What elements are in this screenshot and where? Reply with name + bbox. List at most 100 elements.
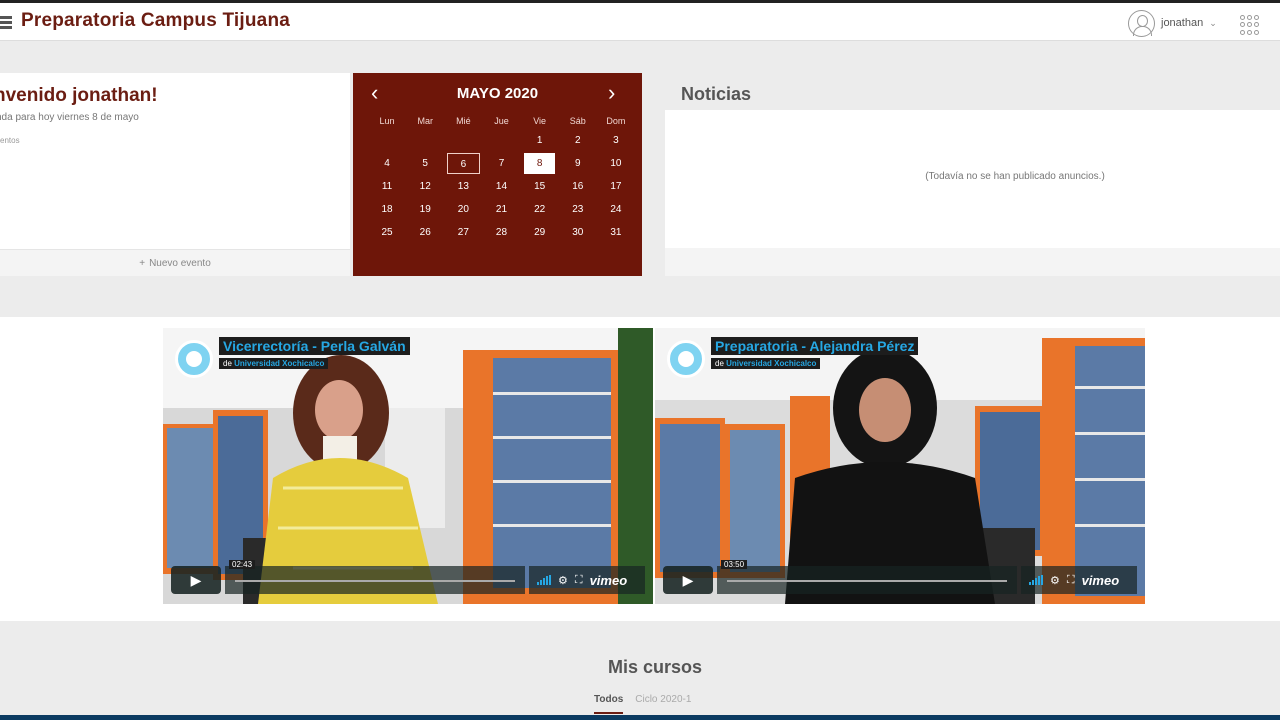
- video-player-alejandra[interactable]: Preparatoria - Alejandra Pérez de Univer…: [655, 328, 1145, 604]
- calendar-day[interactable]: 28: [485, 222, 518, 243]
- new-event-label: Nuevo evento: [149, 257, 211, 269]
- weekday-label: Jue: [494, 116, 509, 126]
- calendar-day[interactable]: 21: [485, 199, 518, 220]
- calendar-cell[interactable]: 13: [444, 175, 482, 198]
- calendar-day[interactable]: 13: [447, 176, 480, 197]
- calendar-day[interactable]: 5: [409, 153, 442, 174]
- calendar-day[interactable]: 27: [447, 222, 480, 243]
- calendar-cell[interactable]: 27: [444, 221, 482, 244]
- calendar-day[interactable]: 7: [485, 153, 518, 174]
- vimeo-logo[interactable]: vimeo: [1082, 573, 1120, 588]
- progress-bar[interactable]: 02:43: [225, 560, 525, 594]
- chevron-down-icon[interactable]: ⌄: [1209, 18, 1217, 29]
- calendar-cell[interactable]: 7: [482, 152, 520, 175]
- calendar-cell[interactable]: 18: [368, 198, 406, 221]
- calendar-cell[interactable]: 31: [597, 221, 635, 244]
- calendar-day[interactable]: 17: [599, 176, 632, 197]
- calendar-grid: Lun Mar Mié Jue Vie Sáb Dom 1 2 3 4 5 6 7 8 9 10 11 12 13 1…: [368, 114, 635, 244]
- play-icon[interactable]: ▶: [663, 566, 713, 594]
- video-title[interactable]: Preparatoria - Alejandra Pérez: [711, 337, 919, 355]
- tab-todos[interactable]: Todos: [594, 694, 624, 714]
- calendar-day[interactable]: 1: [523, 130, 556, 151]
- calendar-day[interactable]: 26: [409, 222, 442, 243]
- calendar-next-icon[interactable]: ›: [608, 82, 615, 104]
- calendar-cell[interactable]: 23: [559, 198, 597, 221]
- calendar-day[interactable]: 15: [523, 176, 556, 197]
- calendar-cell[interactable]: 16: [559, 175, 597, 198]
- video-controls: ▶ 03:50 ⚙ ⛶ vimeo: [663, 560, 1137, 594]
- new-event-button[interactable]: + Nuevo evento: [0, 249, 350, 276]
- progress-bar[interactable]: 03:50: [717, 560, 1017, 594]
- calendar-day[interactable]: 24: [599, 199, 632, 220]
- calendar-cell[interactable]: 10: [597, 152, 635, 175]
- calendar-day[interactable]: 3: [599, 130, 632, 151]
- calendar-day[interactable]: 4: [371, 153, 404, 174]
- calendar-cell[interactable]: 14: [482, 175, 520, 198]
- calendar-cell[interactable]: 30: [559, 221, 597, 244]
- tab-ciclo-2020-1[interactable]: Ciclo 2020-1: [635, 694, 691, 714]
- calendar-day[interactable]: 18: [371, 199, 404, 220]
- calendar-day[interactable]: 19: [409, 199, 442, 220]
- calendar-day[interactable]: 31: [599, 222, 632, 243]
- site-title[interactable]: Preparatoria Campus Tijuana: [21, 10, 290, 32]
- calendar-cell[interactable]: 9: [559, 152, 597, 175]
- school-logo-icon[interactable]: [0, 16, 14, 34]
- channel-avatar-icon[interactable]: [667, 340, 705, 378]
- volume-icon[interactable]: [537, 575, 551, 585]
- calendar-cell[interactable]: 8: [521, 152, 559, 175]
- calendar-cell[interactable]: 4: [368, 152, 406, 175]
- calendar-day[interactable]: 9: [561, 153, 594, 174]
- calendar-day[interactable]: 8: [524, 153, 556, 174]
- user-name[interactable]: jonathan: [1161, 17, 1203, 29]
- calendar-cell[interactable]: 19: [406, 198, 444, 221]
- calendar-cell[interactable]: 1: [521, 128, 559, 152]
- calendar-cell[interactable]: 26: [406, 221, 444, 244]
- user-menu[interactable]: jonathan ⌄: [1128, 9, 1228, 37]
- channel-avatar-icon[interactable]: [175, 340, 213, 378]
- calendar-day[interactable]: 2: [561, 130, 594, 151]
- player-right-controls: ⚙ ⛶ vimeo: [529, 566, 645, 594]
- calendar-cell[interactable]: 15: [521, 175, 559, 198]
- calendar-day[interactable]: 14: [485, 176, 518, 197]
- calendar-cell[interactable]: 24: [597, 198, 635, 221]
- user-avatar-icon[interactable]: [1128, 9, 1155, 37]
- video-byline[interactable]: de Universidad Xochicalco: [711, 358, 821, 369]
- calendar-day[interactable]: 6: [446, 153, 480, 174]
- volume-icon[interactable]: [1029, 575, 1043, 585]
- calendar-cell[interactable]: 25: [368, 221, 406, 244]
- video-byline[interactable]: de Universidad Xochicalco: [219, 358, 329, 369]
- calendar-day[interactable]: 29: [523, 222, 556, 243]
- play-icon[interactable]: ▶: [171, 566, 221, 594]
- calendar-day[interactable]: 11: [371, 176, 404, 197]
- calendar-day[interactable]: 25: [371, 222, 404, 243]
- video-player-perla[interactable]: Vicerrectoría - Perla Galván de Universi…: [163, 328, 653, 604]
- calendar-cell[interactable]: 11: [368, 175, 406, 198]
- calendar-cell[interactable]: 21: [482, 198, 520, 221]
- calendar-day[interactable]: 16: [561, 176, 594, 197]
- fullscreen-icon[interactable]: ⛶: [575, 574, 583, 587]
- video-title[interactable]: Vicerrectoría - Perla Galván: [219, 337, 410, 355]
- calendar-cell[interactable]: 28: [482, 221, 520, 244]
- calendar-day[interactable]: 12: [409, 176, 442, 197]
- bottom-bar: [0, 715, 1280, 720]
- calendar-cell[interactable]: 29: [521, 221, 559, 244]
- vimeo-logo[interactable]: vimeo: [590, 573, 628, 588]
- calendar-cell[interactable]: 2: [559, 128, 597, 152]
- settings-icon[interactable]: ⚙: [1050, 574, 1060, 587]
- calendar-day[interactable]: 20: [447, 199, 480, 220]
- player-right-controls: ⚙ ⛶ vimeo: [1021, 566, 1137, 594]
- calendar-cell[interactable]: 12: [406, 175, 444, 198]
- fullscreen-icon[interactable]: ⛶: [1067, 574, 1075, 587]
- calendar-cell[interactable]: 20: [444, 198, 482, 221]
- apps-grid-icon[interactable]: [1240, 15, 1260, 35]
- calendar-day[interactable]: 23: [561, 199, 594, 220]
- calendar-cell[interactable]: 5: [406, 152, 444, 175]
- settings-icon[interactable]: ⚙: [558, 574, 568, 587]
- calendar-cell[interactable]: 22: [521, 198, 559, 221]
- calendar-day[interactable]: 22: [523, 199, 556, 220]
- calendar-cell[interactable]: 6: [444, 152, 482, 175]
- calendar-cell[interactable]: 17: [597, 175, 635, 198]
- calendar-cell[interactable]: 3: [597, 128, 635, 152]
- calendar-day[interactable]: 10: [599, 153, 632, 174]
- calendar-day[interactable]: 30: [561, 222, 594, 243]
